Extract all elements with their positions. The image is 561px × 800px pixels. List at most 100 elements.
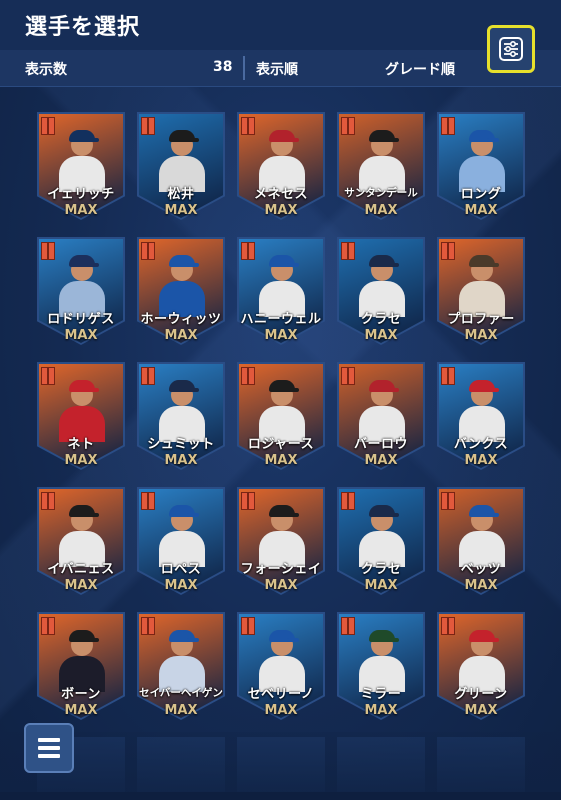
player-name: イバニェス (47, 562, 115, 577)
grade-icon (441, 492, 455, 510)
player-level: MAX (464, 203, 498, 218)
player-card[interactable]: ロジャース MAX (237, 362, 325, 470)
player-level: MAX (264, 453, 298, 468)
player-card[interactable]: プロファー MAX (437, 237, 525, 345)
player-name: セイバーヘイゲン (139, 687, 223, 699)
display-count-value: 38 (213, 59, 233, 75)
grade-icon (241, 242, 255, 260)
player-level: MAX (264, 203, 298, 218)
player-name: ロジャース (247, 437, 315, 452)
grade-icon (441, 242, 455, 260)
grade-icon (341, 367, 355, 385)
player-card[interactable]: ネト MAX (37, 362, 125, 470)
player-card[interactable]: サンタンデール MAX (337, 112, 425, 220)
grade-icon (41, 617, 55, 635)
grade-icon (41, 242, 55, 260)
grade-icon (41, 367, 55, 385)
player-level: MAX (364, 578, 398, 593)
player-card[interactable]: バーロウ MAX (337, 362, 425, 470)
player-card[interactable]: グリーン MAX (437, 612, 525, 720)
player-card[interactable]: セベリーノ MAX (237, 612, 325, 720)
player-card[interactable]: ミラー MAX (337, 612, 425, 720)
player-level: MAX (64, 203, 98, 218)
player-level: MAX (364, 203, 398, 218)
player-level: MAX (64, 328, 98, 343)
grade-icon (141, 492, 155, 510)
player-name: メネセス (253, 187, 308, 202)
menu-button[interactable] (24, 723, 74, 773)
player-card[interactable]: ロドリゲス MAX (37, 237, 125, 345)
player-name: ハニーウェル (240, 312, 322, 327)
grade-icon (441, 117, 455, 135)
player-name: ロング (460, 187, 502, 202)
player-name: バーロウ (353, 437, 408, 452)
grade-icon (441, 617, 455, 635)
player-card[interactable]: クラセ MAX (337, 487, 425, 595)
player-level: MAX (264, 703, 298, 718)
player-card[interactable]: ベッツ MAX (437, 487, 525, 595)
player-portrait (159, 628, 205, 692)
player-card[interactable]: メネセス MAX (237, 112, 325, 220)
grade-icon (41, 117, 55, 135)
grade-icon (141, 117, 155, 135)
player-card[interactable]: ハニーウェル MAX (237, 237, 325, 345)
player-level: MAX (264, 578, 298, 593)
sort-label: 表示順 (256, 62, 298, 78)
player-card[interactable]: フォーシェイ MAX (237, 487, 325, 595)
grade-icon (141, 242, 155, 260)
player-name: ベッツ (460, 562, 502, 577)
page-title: 選手を選択 (25, 15, 141, 40)
player-level: MAX (64, 703, 98, 718)
player-card[interactable]: ボーン MAX (37, 612, 125, 720)
player-level: MAX (364, 453, 398, 468)
grade-icon (341, 617, 355, 635)
player-level: MAX (464, 703, 498, 718)
player-level: MAX (464, 578, 498, 593)
player-card[interactable]: シュミット MAX (137, 362, 225, 470)
player-name: クラセ (360, 562, 402, 577)
header-bar: 選手を選択 (0, 0, 561, 50)
player-name: イェリッチ (47, 187, 115, 202)
grade-icon (341, 492, 355, 510)
filter-button[interactable] (487, 25, 535, 73)
player-name: シュミット (147, 437, 215, 452)
grade-icon (341, 117, 355, 135)
player-card[interactable]: セイバーヘイゲン MAX (137, 612, 225, 720)
bottom-fade (0, 732, 561, 800)
player-level: MAX (164, 203, 198, 218)
player-card[interactable]: バンクス MAX (437, 362, 525, 470)
display-count-label: 表示数 (25, 62, 67, 78)
player-level: MAX (364, 328, 398, 343)
player-level: MAX (64, 453, 98, 468)
player-card[interactable]: ホーウィッツ MAX (137, 237, 225, 345)
grade-icon (241, 492, 255, 510)
player-card[interactable]: 松井 MAX (137, 112, 225, 220)
player-card[interactable]: イバニェス MAX (37, 487, 125, 595)
player-level: MAX (164, 453, 198, 468)
bottom-bar (0, 792, 561, 800)
player-level: MAX (164, 703, 198, 718)
sort-value[interactable]: グレード順 (385, 59, 455, 79)
player-name: プロファー (447, 312, 515, 327)
grade-icon (141, 367, 155, 385)
player-level: MAX (464, 453, 498, 468)
player-name: クラセ (360, 312, 402, 327)
player-name: フォーシェイ (240, 562, 322, 577)
player-level: MAX (364, 703, 398, 718)
player-card[interactable]: イェリッチ MAX (37, 112, 125, 220)
player-name: ネト (67, 437, 95, 452)
player-name: ホーウィッツ (140, 312, 222, 327)
player-level: MAX (164, 578, 198, 593)
player-name: ボーン (61, 687, 101, 702)
player-name: ロドリゲス (47, 312, 115, 327)
player-level: MAX (464, 328, 498, 343)
grade-icon (141, 617, 155, 635)
player-level: MAX (164, 328, 198, 343)
player-portrait (359, 128, 405, 192)
player-card[interactable]: クラセ MAX (337, 237, 425, 345)
grade-icon (41, 492, 55, 510)
sort-bar: 表示数 38 表示順 グレード順 (0, 50, 561, 87)
grade-icon (241, 117, 255, 135)
player-card[interactable]: ロペス MAX (137, 487, 225, 595)
player-card[interactable]: ロング MAX (437, 112, 525, 220)
